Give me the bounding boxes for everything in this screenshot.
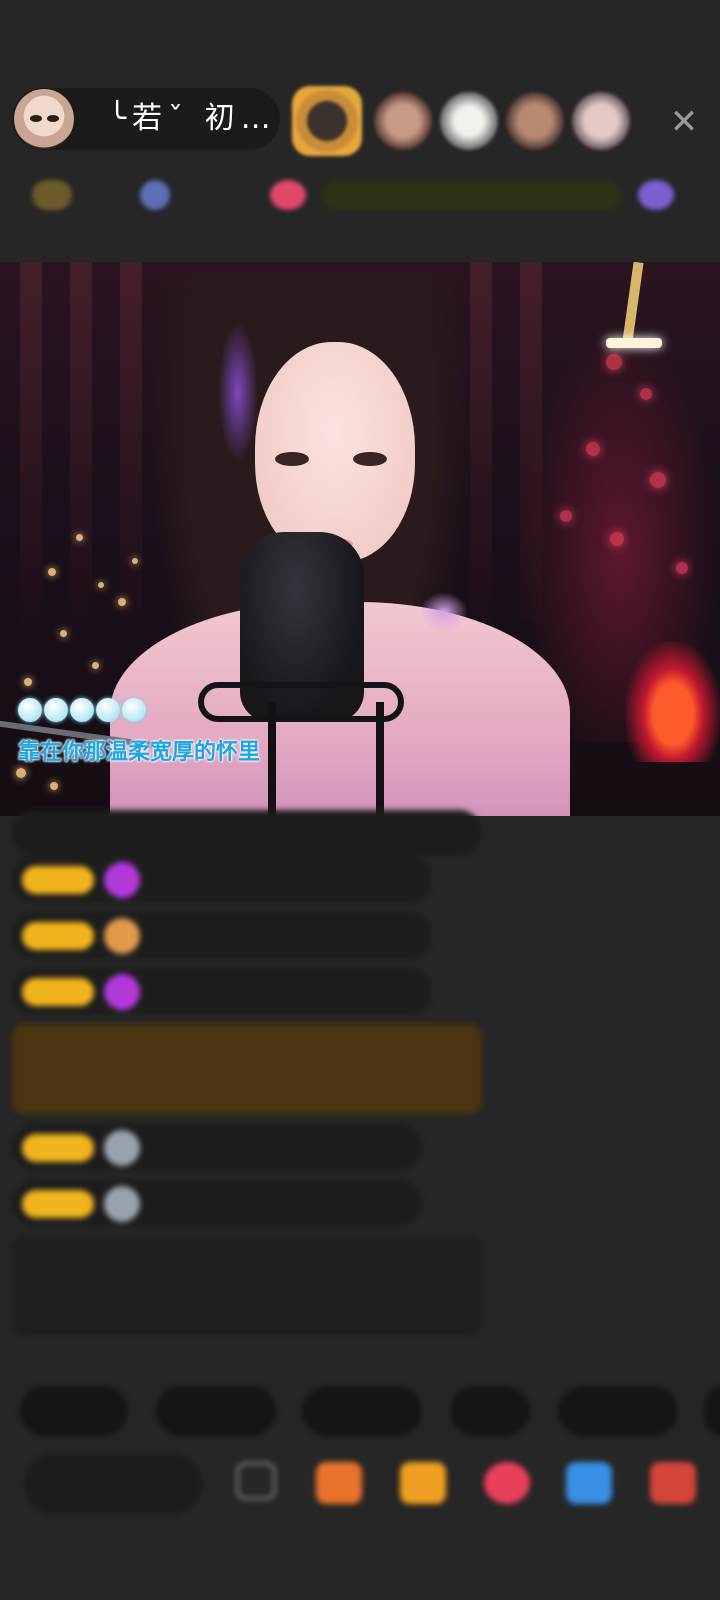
rank-icon xyxy=(32,180,72,210)
host-name[interactable]: ╰若ˇ 初… xyxy=(108,102,277,136)
heart-icon xyxy=(104,862,140,898)
quick-chip[interactable] xyxy=(558,1386,678,1436)
curtain xyxy=(470,262,492,622)
chat-input[interactable] xyxy=(24,1454,202,1514)
red-packet-icon[interactable] xyxy=(400,1462,446,1504)
chat-feed[interactable] xyxy=(0,810,720,1356)
fairy-light xyxy=(76,534,83,541)
gift-icon xyxy=(638,180,674,210)
top-bar: ╰若ˇ 初… ✕ xyxy=(0,84,720,156)
streamer-eye xyxy=(275,452,309,466)
fairy-light xyxy=(132,558,138,564)
level-badge xyxy=(22,866,94,894)
chat-message[interactable] xyxy=(12,810,482,856)
fairy-light xyxy=(24,678,32,686)
fairy-light xyxy=(118,598,126,606)
lyric-dot xyxy=(122,698,146,722)
level-badge xyxy=(22,978,94,1006)
chat-message[interactable] xyxy=(12,1124,422,1170)
heart-icon xyxy=(270,180,306,210)
curtain xyxy=(20,262,42,622)
system-notice xyxy=(12,1236,482,1336)
avatar xyxy=(104,1130,140,1166)
level-badge xyxy=(22,1190,94,1218)
avatar-eye xyxy=(47,115,59,122)
chat-message-highlight[interactable] xyxy=(12,1024,482,1114)
badge-icon xyxy=(140,180,170,210)
lyric-subtitle: 靠在你那温柔宽厚的怀里 xyxy=(18,740,261,765)
tree-light xyxy=(676,562,688,574)
viewer-avatar[interactable] xyxy=(374,92,432,150)
curtain xyxy=(120,262,142,622)
streamer-eye xyxy=(353,452,387,466)
event-banner[interactable] xyxy=(322,180,622,210)
lyric-dot xyxy=(18,698,42,722)
hair-accessory xyxy=(218,322,258,462)
lyric-dot xyxy=(70,698,94,722)
fairy-light xyxy=(60,630,67,637)
tree-light xyxy=(610,532,624,546)
quick-chip[interactable] xyxy=(20,1386,128,1436)
emoji-icon[interactable] xyxy=(236,1462,276,1500)
tree-light xyxy=(606,354,622,370)
top-viewer-avatar[interactable] xyxy=(292,86,362,156)
tree-light xyxy=(650,472,666,488)
fairy-light xyxy=(48,568,56,576)
viewer-avatar[interactable] xyxy=(440,92,498,150)
lyric-dot xyxy=(44,698,68,722)
heart-gift-icon[interactable] xyxy=(484,1462,530,1504)
viewer-avatar[interactable] xyxy=(506,92,564,150)
avatar xyxy=(104,1186,140,1222)
chat-message[interactable] xyxy=(12,912,432,958)
fan-badge-icon xyxy=(104,918,140,954)
quick-chip[interactable] xyxy=(450,1386,530,1436)
chat-message[interactable] xyxy=(12,856,432,902)
lyric-countdown-dots xyxy=(18,698,148,724)
quick-chip[interactable] xyxy=(302,1386,422,1436)
tree-light xyxy=(560,510,572,522)
heart-icon xyxy=(104,974,140,1010)
quick-chip[interactable] xyxy=(704,1386,720,1436)
fireplace xyxy=(626,642,720,762)
close-button[interactable]: ✕ xyxy=(664,102,704,142)
more-gift-icon[interactable] xyxy=(650,1462,696,1504)
game-icon[interactable] xyxy=(566,1462,612,1504)
close-icon: ✕ xyxy=(669,102,699,142)
fairy-light xyxy=(50,782,58,790)
curtain xyxy=(70,262,92,622)
bottom-toolbar xyxy=(0,1452,720,1532)
chat-message[interactable] xyxy=(12,1180,422,1226)
live-video[interactable]: 靠在你那温柔宽厚的怀里 xyxy=(0,262,720,816)
quick-reply-chips xyxy=(0,1386,720,1438)
host-info-pill[interactable]: ╰若ˇ 初… xyxy=(12,88,280,150)
avatar-eye xyxy=(30,115,42,122)
fairy-light xyxy=(16,768,26,778)
mic-stand xyxy=(268,702,384,816)
viewer-avatar[interactable] xyxy=(572,92,630,150)
streamer-face xyxy=(255,342,415,562)
fairy-light xyxy=(92,662,99,669)
fairy-light xyxy=(98,582,104,588)
butterfly-accessory xyxy=(420,592,468,632)
level-badge xyxy=(22,1134,94,1162)
tree-light xyxy=(640,388,652,400)
chat-message[interactable] xyxy=(12,968,432,1014)
rank-bar[interactable] xyxy=(22,172,700,218)
host-avatar[interactable] xyxy=(14,89,74,149)
tree-light xyxy=(586,442,600,456)
quick-chip[interactable] xyxy=(156,1386,276,1436)
lamp-light xyxy=(606,338,662,348)
lyric-dot xyxy=(96,698,120,722)
level-badge xyxy=(22,922,94,950)
gift-box-icon[interactable] xyxy=(316,1462,362,1504)
